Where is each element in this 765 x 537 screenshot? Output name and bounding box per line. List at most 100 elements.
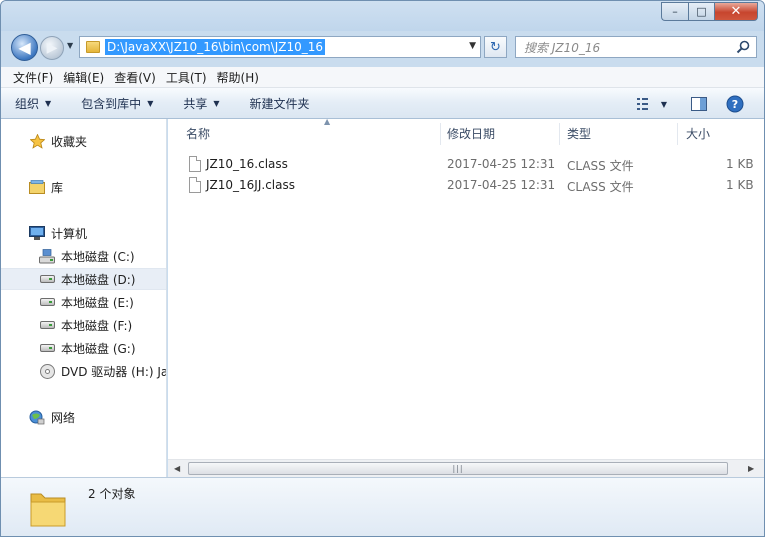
help-button[interactable]: ? [725,94,745,114]
hard-drive-icon [39,271,55,287]
back-button[interactable]: ◀ [11,34,38,61]
nav-computer-label: 计算机 [51,226,88,241]
maximize-button[interactable]: □ [688,2,714,21]
file-name: JZ10_16JJ.class [206,178,295,192]
nav-libraries[interactable]: 库 [1,176,166,198]
hard-drive-icon [39,340,55,356]
minimize-button[interactable]: – [661,2,688,21]
nav-drive-g-label: 本地磁盘 (G:) [61,341,136,356]
nav-drive-c[interactable]: 本地磁盘 (C:) [1,245,166,267]
include-in-library-label: 包含到库中 [81,96,142,111]
computer-icon [29,225,45,241]
scroll-left-icon[interactable]: ◀ [174,464,180,473]
menu-help[interactable]: 帮助(H) [217,69,259,86]
recent-pages-dropdown-icon[interactable]: ▼ [67,41,73,50]
view-list-icon [636,98,648,110]
nav-drive-f[interactable]: 本地磁盘 (F:) [1,314,166,336]
hard-drive-icon [39,294,55,310]
menu-bar: 文件(F) 编辑(E) 查看(V) 工具(T) 帮助(H) [1,67,764,88]
share-button[interactable]: 共享 ▼ [183,95,219,112]
forward-button[interactable]: ▶ [40,36,64,60]
address-history-dropdown-icon[interactable]: ▼ [469,41,476,51]
system-drive-icon [39,248,55,264]
nav-libraries-label: 库 [51,180,64,195]
command-bar: 组织 ▼ 包含到库中 ▼ 共享 ▼ 新建文件夹 ▼ ? [1,88,764,119]
navigation-pane: 收藏夹 库 计算机 本地磁盘 (C:) 本地磁盘 (D:) 本地磁盘 (E:) … [1,119,167,477]
organize-button[interactable]: 组织 ▼ [15,95,51,112]
file-date: 2017-04-25 12:31 [447,178,556,192]
file-size: 1 KB [726,157,754,171]
file-icon [189,177,201,193]
scrollbar-thumb[interactable]: ||| [188,462,728,475]
nav-drive-c-label: 本地磁盘 (C:) [61,249,135,264]
menu-edit[interactable]: 编辑(E) [63,69,104,86]
view-options-button[interactable]: ▼ [634,94,670,114]
new-folder-label: 新建文件夹 [249,96,310,111]
nav-favorites[interactable]: 收藏夹 [1,130,166,152]
menu-file[interactable]: 文件(F) [13,69,53,86]
chevron-down-icon: ▼ [660,99,668,109]
caption-buttons: – □ ✕ [661,2,758,21]
column-header-date[interactable]: 修改日期 [447,119,559,147]
chevron-down-icon: ▼ [45,98,52,108]
preview-pane-button[interactable] [689,94,709,114]
search-input[interactable]: 搜索 JZ10_16 [524,39,600,56]
nav-dvd-drive-label: DVD 驱动器 (H:) Ja [61,364,166,379]
nav-computer[interactable]: 计算机 [1,222,166,244]
hard-drive-icon [39,317,55,333]
refresh-button[interactable]: ↻ [484,36,507,58]
column-type-label: 类型 [567,126,592,141]
search-box[interactable]: 搜索 JZ10_16 [515,36,757,58]
nav-dvd-drive[interactable]: DVD 驱动器 (H:) Ja [1,360,166,382]
address-path[interactable]: D:\JavaXX\JZ10_16\bin\com\JZ10_16 [105,39,326,55]
menu-tools[interactable]: 工具(T) [166,69,207,86]
file-type: CLASS 文件 [567,180,634,194]
table-row[interactable]: JZ10_16JJ.class 2017-04-25 12:31 CLASS 文… [168,175,764,196]
file-name: JZ10_16.class [206,157,288,171]
share-label: 共享 [183,96,208,111]
nav-drive-f-label: 本地磁盘 (F:) [61,318,133,333]
nav-drive-g[interactable]: 本地磁盘 (G:) [1,337,166,359]
explorer-window: – □ ✕ ◀ ▶ ▼ D:\JavaXX\JZ10_16\bin\com\JZ… [0,0,765,537]
details-pane: 2 个对象 [1,477,764,536]
new-folder-button[interactable]: 新建文件夹 [250,95,310,112]
dvd-icon [39,363,55,379]
column-header-name[interactable]: ▲ 名称 [186,117,440,147]
column-header-size[interactable]: 大小 [686,119,756,147]
nav-drive-d-label: 本地磁盘 (D:) [61,272,136,287]
search-icon[interactable] [736,40,750,54]
file-type: CLASS 文件 [567,159,634,173]
column-divider[interactable] [677,123,678,145]
menu-view[interactable]: 查看(V) [114,69,156,86]
library-icon [29,179,45,195]
column-divider[interactable] [440,123,441,145]
nav-drive-d[interactable]: 本地磁盘 (D:) [1,268,166,290]
include-in-library-button[interactable]: 包含到库中 ▼ [81,95,153,112]
chevron-down-icon: ▼ [147,98,154,108]
column-date-label: 修改日期 [447,126,496,141]
star-icon [29,133,45,149]
scroll-right-icon[interactable]: ▶ [748,464,754,473]
nav-drive-e[interactable]: 本地磁盘 (E:) [1,291,166,313]
column-divider[interactable] [559,123,560,145]
nav-drive-e-label: 本地磁盘 (E:) [61,295,134,310]
table-row[interactable]: JZ10_16.class 2017-04-25 12:31 CLASS 文件 … [168,154,764,175]
chevron-down-icon: ▼ [213,98,220,108]
title-bar[interactable]: – □ ✕ [1,1,764,31]
file-icon [189,156,201,172]
folder-icon [86,41,100,53]
file-date: 2017-04-25 12:31 [447,157,556,171]
help-icon: ? [726,95,744,113]
nav-network-label: 网络 [51,410,76,425]
address-bar[interactable]: D:\JavaXX\JZ10_16\bin\com\JZ10_16 ▼ [79,36,481,58]
column-header-type[interactable]: 类型 [567,119,677,147]
nav-network[interactable]: 网络 [1,406,166,428]
svg-text:?: ? [732,98,738,111]
network-icon [29,409,45,425]
navigation-bar: ◀ ▶ ▼ D:\JavaXX\JZ10_16\bin\com\JZ10_16 … [1,31,764,65]
column-name-label: 名称 [186,126,211,141]
file-list: ▲ 名称 修改日期 类型 大小 JZ10_16.class 2017-04-25… [168,117,764,459]
close-button[interactable]: ✕ [714,2,758,21]
horizontal-scrollbar[interactable]: ◀ ||| ▶ [168,459,764,477]
preview-pane-icon [691,97,707,111]
